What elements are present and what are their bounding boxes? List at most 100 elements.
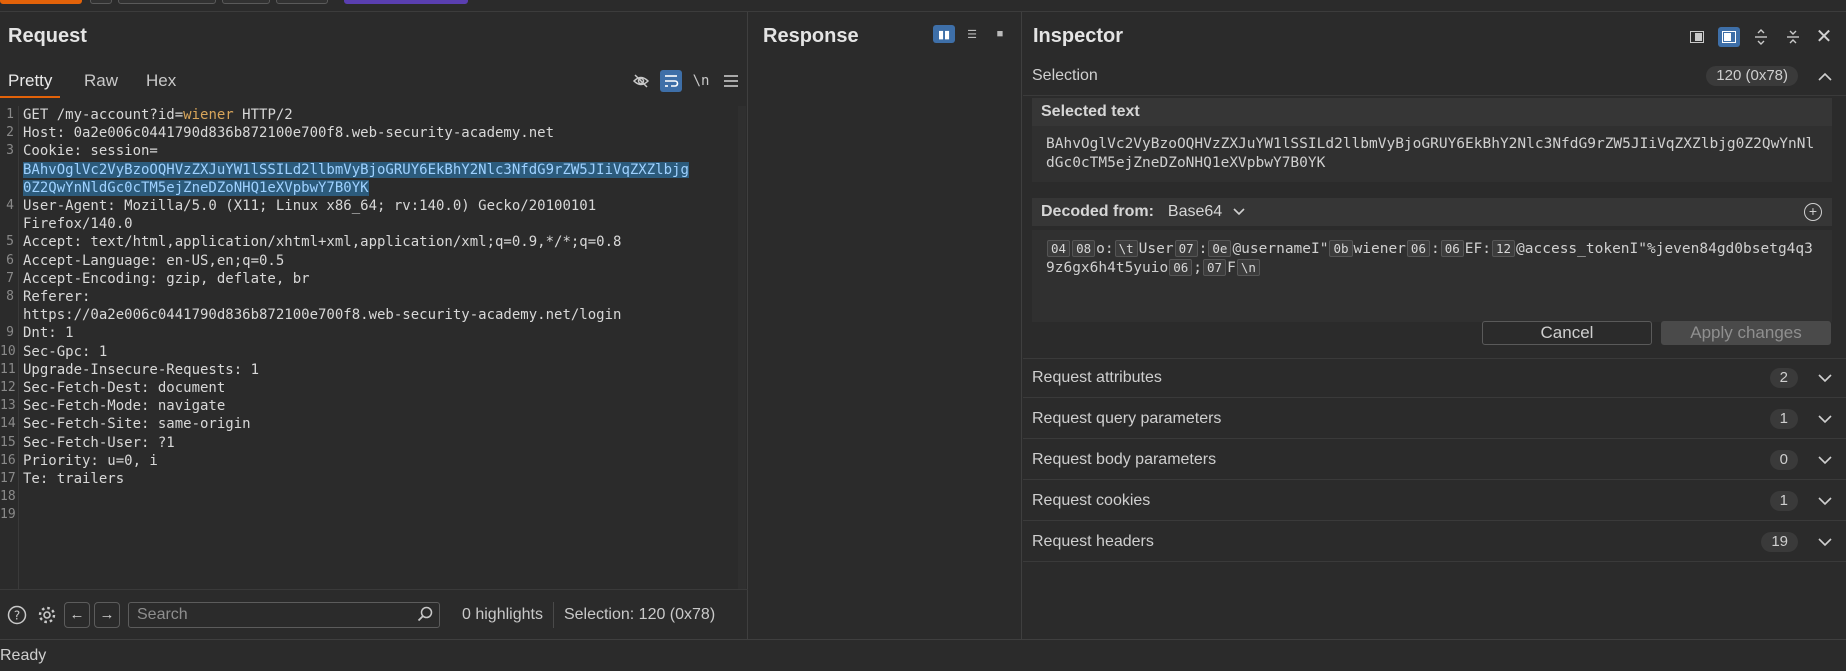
show-newlines-toggle[interactable]: \n: [690, 70, 712, 92]
code-text: Priority: u=0, i: [23, 452, 158, 469]
decoded-text: ;: [1193, 260, 1203, 276]
encoding-value: Base64: [1167, 203, 1223, 220]
chevron-down-icon: [1818, 493, 1832, 509]
line-content: GET /my-account?id=wiener HTTP/2: [23, 106, 293, 124]
toolbar-button-3[interactable]: [118, 0, 216, 4]
line-content: Accept-Encoding: gzip, deflate, br: [23, 270, 310, 288]
decoded-text: F: [1227, 260, 1236, 276]
decoded-text: wiener: [1353, 241, 1406, 257]
line-content: Accept: text/html,application/xhtml+xml,…: [23, 233, 621, 251]
line-number: 2: [6, 125, 14, 141]
add-decoder-icon[interactable]: +: [1804, 203, 1822, 221]
split-vertical-icon[interactable]: ☰: [961, 25, 983, 43]
param-value: wiener: [183, 107, 234, 123]
chevron-down-icon: [1818, 534, 1832, 550]
line-number: 17: [0, 471, 16, 486]
expand-all-icon[interactable]: [1750, 27, 1772, 47]
menu-icon[interactable]: [720, 70, 742, 92]
inspector-section-request-cookies[interactable]: Request cookies 1: [1023, 481, 1846, 521]
search-input[interactable]: [129, 602, 439, 627]
decoded-text: User: [1138, 241, 1174, 257]
section-count-badge: 19: [1761, 531, 1798, 552]
search-field[interactable]: [128, 601, 440, 628]
help-icon[interactable]: ?: [4, 602, 30, 628]
hide-nonprintable-icon[interactable]: [630, 70, 652, 92]
chevron-down-icon: [1818, 370, 1832, 386]
collapse-all-icon[interactable]: [1782, 27, 1804, 47]
tab-hex[interactable]: Hex: [138, 64, 184, 98]
toolbar-button-5[interactable]: [276, 0, 328, 4]
tab-raw[interactable]: Raw: [76, 64, 126, 98]
section-count-badge: 1: [1769, 490, 1798, 511]
encoding-select[interactable]: Base64: [1168, 203, 1245, 221]
line-content: Cookie: session=: [23, 142, 158, 160]
line-content: Host: 0a2e006c0441790d836b872100e700f8.w…: [23, 124, 554, 142]
split-horizontal-icon[interactable]: ▮▮: [933, 25, 955, 43]
section-label: Request query parameters: [1032, 409, 1222, 427]
line-number: 5: [6, 234, 14, 250]
svg-text:?: ?: [14, 608, 20, 622]
byte-chip: 06: [1406, 240, 1430, 257]
chevron-down-icon: [1818, 452, 1832, 468]
inspector-section-request-attributes[interactable]: Request attributes 2: [1023, 358, 1846, 398]
selected-text-header: Selected text: [1032, 98, 1832, 126]
line-content: Sec-Fetch-Site: same-origin: [23, 415, 251, 433]
top-toolbar-strip: [0, 0, 1846, 12]
line-content: BAhvOglVc2VyBzoOQHVzZXJuYW1lSSILd2llbmVy…: [23, 161, 689, 179]
code-text: Sec-Fetch-Mode: navigate: [23, 398, 226, 415]
request-editor[interactable]: 1 GET /my-account?id=wiener HTTP/2 2 Host: …: [0, 106, 746, 590]
line-number: 11: [0, 361, 16, 377]
settings-gear-icon[interactable]: [34, 602, 60, 628]
line-number: 4: [6, 198, 14, 213]
line-content: https://0a2e006c0441790d836b872100e700f8…: [23, 306, 621, 324]
code-text: Upgrade-Insecure-Requests: 1: [23, 361, 260, 378]
apply-changes-button[interactable]: Apply changes: [1661, 321, 1831, 345]
selected-text-value[interactable]: BAhvOglVc2VyBzoOQHVzZXJuYW1lSSILd2llbmVy…: [1032, 126, 1832, 182]
line-number: 9: [6, 325, 14, 341]
close-icon[interactable]: ✕: [1814, 24, 1834, 49]
line-number: 14: [0, 416, 16, 432]
tab-pretty[interactable]: Pretty: [0, 64, 61, 98]
line-number: 6: [6, 252, 14, 268]
line-number: 18: [0, 489, 16, 505]
request-tabs: Pretty Raw Hex \n: [0, 64, 748, 98]
selection-section-header[interactable]: Selection 120 (0x78): [1023, 56, 1846, 96]
decoded-text: :: [1198, 241, 1208, 257]
line-content: Sec-Fetch-User: ?1: [23, 434, 175, 452]
byte-chip: 07: [1174, 240, 1198, 257]
code-text: Sec-Fetch-User: ?1: [23, 434, 175, 451]
byte-chip: 06: [1440, 240, 1464, 257]
previous-match-button[interactable]: ←: [64, 601, 90, 628]
code-text: Referer:: [23, 289, 91, 305]
decoded-text: :: [1430, 241, 1440, 257]
line-content: Firefox/140.0: [23, 215, 133, 233]
code-text: Sec-Fetch-Dest: document: [23, 380, 226, 396]
byte-chip: \t: [1114, 240, 1138, 257]
highlights-count: 0 highlights: [462, 605, 543, 623]
toolbar-button-2[interactable]: [90, 0, 112, 4]
toolbar-button-6[interactable]: [344, 0, 468, 4]
toolbar-button-4[interactable]: [222, 0, 270, 4]
response-panel: Response ▮▮ ☰ ■: [748, 12, 1022, 639]
inspector-layout-left-icon[interactable]: [1686, 27, 1708, 47]
cancel-button[interactable]: Cancel: [1482, 321, 1652, 345]
code-text: Dnt: 1: [23, 325, 74, 342]
toolbar-button-1[interactable]: [0, 0, 82, 4]
line-content: 0Z2QwYnNldGc0cTM5ejZneDZoNHQ1eXVpbwY7B0Y…: [23, 179, 369, 197]
inspector-section-request-body-parameters[interactable]: Request body parameters 0: [1023, 440, 1846, 480]
layout-toggle: ▮▮ ☰ ■: [933, 25, 1011, 43]
inspector-section-request-query-parameters[interactable]: Request query parameters 1: [1023, 399, 1846, 439]
search-icon: [417, 606, 433, 626]
single-panel-icon[interactable]: ■: [989, 25, 1011, 43]
next-match-button[interactable]: →: [94, 601, 120, 628]
decoded-text: EF:: [1464, 241, 1491, 257]
wrap-lines-icon[interactable]: [660, 70, 682, 92]
inspector-section-request-headers[interactable]: Request headers 19: [1023, 522, 1846, 562]
inspector-layout-right-icon[interactable]: [1718, 26, 1740, 47]
selection-badge: 120 (0x78): [1706, 65, 1798, 86]
section-count-badge: 2: [1769, 368, 1798, 388]
section-count-badge: 1: [1769, 408, 1798, 429]
editor-scrollbar[interactable]: [738, 106, 746, 590]
byte-chip: 0e: [1208, 240, 1232, 257]
decoded-value[interactable]: 04 08 o: \t User 07:0e @usernameI" 0b wiener 06:0…: [1032, 230, 1832, 322]
